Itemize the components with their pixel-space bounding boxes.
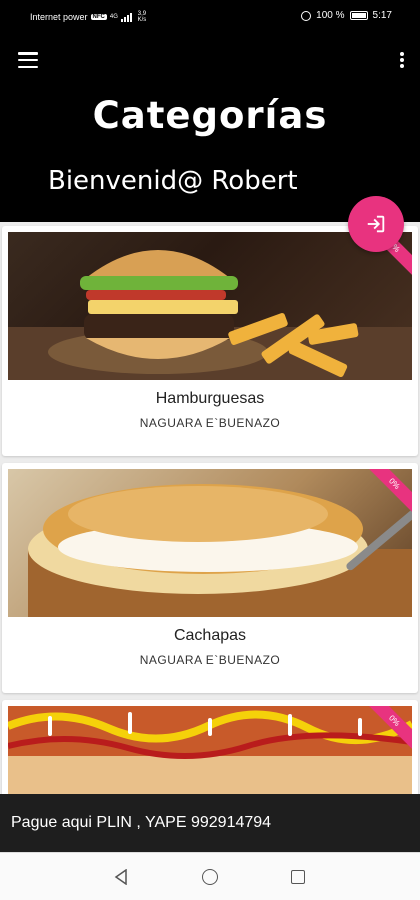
- cachapa-illustration: [28, 484, 412, 617]
- battery-percent: 100 %: [316, 10, 345, 21]
- home-icon[interactable]: [202, 869, 218, 885]
- alarm-icon: [301, 10, 312, 21]
- status-left: Internet power NFC 4G 3,9 K/s: [30, 11, 149, 23]
- payment-banner: Pague aqui PLIN , YAPE 992914794: [0, 794, 420, 852]
- category-image: 3%: [8, 232, 412, 380]
- nfc-badge: NFC: [90, 14, 107, 20]
- page-title: Categorías: [92, 94, 328, 137]
- category-image: 0%: [8, 469, 412, 617]
- category-card-hamburguesas[interactable]: 3% Hamburguesas NAGUARA E`BUENAZO: [2, 226, 418, 456]
- category-name: Hamburguesas: [155, 390, 265, 407]
- category-name: Cachapas: [173, 627, 247, 644]
- system-nav-bar: [0, 852, 420, 900]
- back-icon[interactable]: [114, 869, 128, 885]
- payment-banner-text: Pague aqui PLIN , YAPE 992914794: [11, 814, 272, 831]
- recent-apps-icon[interactable]: [291, 870, 305, 884]
- login-icon: [367, 215, 385, 233]
- battery-icon: [349, 11, 368, 20]
- welcome-text: Bienvenid@ Robert: [48, 166, 298, 196]
- status-bar: Internet power NFC 4G 3,9 K/s 100 % 5:17: [0, 0, 420, 34]
- network-type: 4G: [109, 14, 118, 20]
- menu-icon[interactable]: [18, 52, 38, 68]
- login-fab-button[interactable]: [348, 196, 404, 252]
- category-card-cachapas[interactable]: 0% Cachapas NAGUARA E`BUENAZO: [2, 463, 418, 693]
- status-right: 100 % 5:17: [301, 10, 392, 21]
- more-vert-icon[interactable]: [399, 52, 405, 68]
- category-subtitle: NAGUARA E`BUENAZO: [139, 416, 281, 430]
- category-subtitle: NAGUARA E`BUENAZO: [139, 653, 281, 667]
- clock: 5:17: [372, 10, 392, 21]
- burger-illustration: [8, 250, 412, 380]
- signal-icon: [120, 12, 132, 22]
- app-header: Categorías Bienvenid@ Robert: [0, 34, 420, 222]
- speed-label: 3,9 K/s: [137, 11, 147, 23]
- carrier-label: Internet power: [30, 12, 88, 22]
